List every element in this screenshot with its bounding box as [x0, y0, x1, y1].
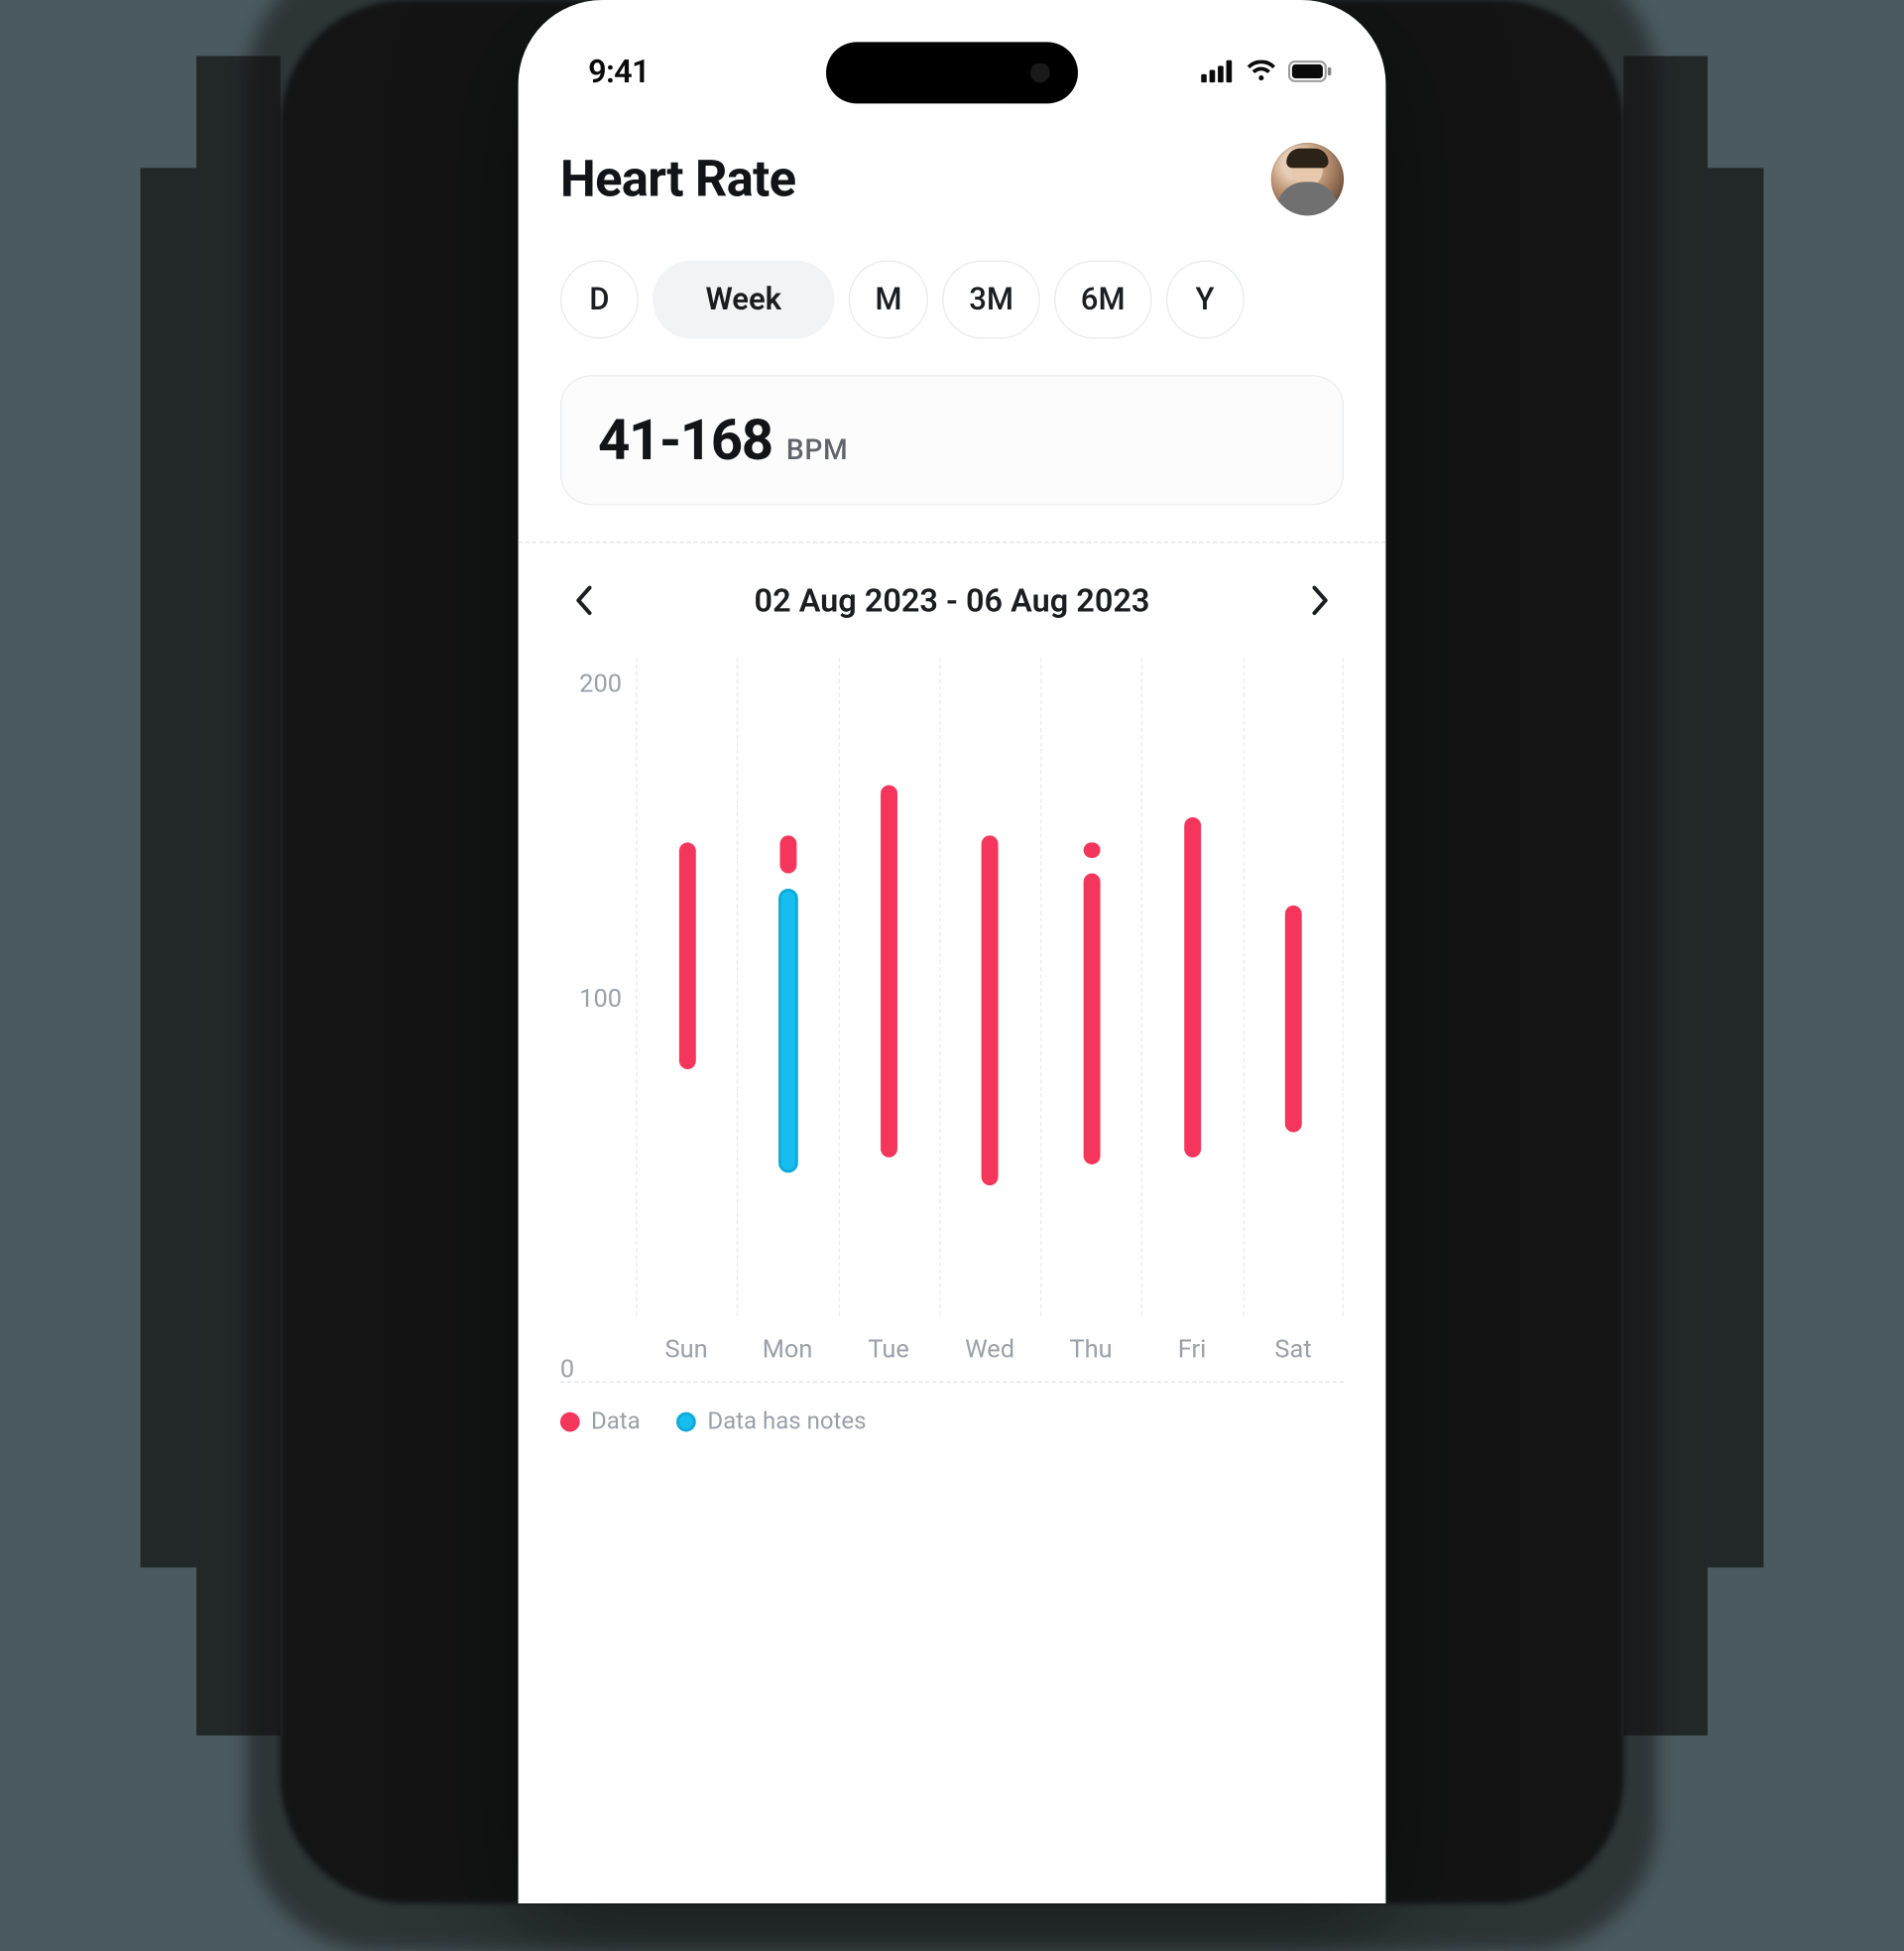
date-nav: 02 Aug 2023 - 06 Aug 2023: [519, 543, 1386, 638]
next-range-button[interactable]: [1296, 576, 1344, 624]
page-title: Heart Rate: [560, 150, 795, 208]
x-axis: SunMonTueWedThuFriSat: [636, 1324, 1344, 1382]
wifi-icon: [1246, 61, 1276, 83]
legend-label-notes: Data has notes: [707, 1407, 866, 1435]
date-range-label: 02 Aug 2023 - 06 Aug 2023: [755, 581, 1150, 619]
x-label: Fri: [1141, 1324, 1243, 1382]
chevron-left-icon: [574, 585, 594, 616]
chart-bar: [1083, 874, 1100, 1164]
chart: 200 100 0 SunMonTueWedThuFriSat: [519, 638, 1386, 1381]
x-label: Sun: [636, 1324, 737, 1382]
chart-plot: [636, 658, 1344, 1315]
legend: Data Data has notes: [519, 1383, 1386, 1436]
dynamic-island: [826, 42, 1078, 103]
chart-bar: [678, 842, 695, 1069]
status-bar: 9:41: [519, 34, 1386, 109]
summary-value: 41-168: [598, 408, 773, 473]
x-label: Thu: [1040, 1324, 1141, 1382]
legend-dot-notes-icon: [676, 1412, 696, 1432]
legend-label-data: Data: [591, 1407, 641, 1435]
range-tab-y[interactable]: Y: [1166, 260, 1245, 338]
x-label: Sat: [1243, 1324, 1344, 1382]
cellular-icon: [1201, 61, 1235, 83]
status-time: 9:41: [588, 53, 650, 90]
y-tick-200: 200: [579, 670, 622, 699]
chart-column: [636, 658, 737, 1315]
summary-card: 41-168 BPM: [560, 375, 1344, 505]
header: Heart Rate: [519, 109, 1386, 227]
chart-bar: [881, 786, 897, 1158]
range-tab-6m[interactable]: 6M: [1054, 260, 1151, 338]
y-tick-100: 100: [579, 985, 622, 1015]
range-tab-m[interactable]: M: [849, 260, 929, 338]
range-tab-week[interactable]: Week: [653, 260, 834, 338]
avatar[interactable]: [1271, 143, 1344, 215]
chart-column: [838, 658, 939, 1315]
range-tab-d[interactable]: D: [560, 260, 639, 338]
phone-frame: 9:41 Heart Rate: [519, 0, 1386, 1903]
x-label: Wed: [939, 1324, 1040, 1382]
chart-column: [1141, 658, 1243, 1315]
summary-unit: BPM: [786, 432, 849, 466]
range-tab-3m[interactable]: 3M: [942, 260, 1039, 338]
status-icons: [1201, 61, 1333, 83]
chart-column: [1040, 658, 1141, 1315]
legend-dot-data-icon: [560, 1412, 580, 1432]
battery-icon: [1288, 61, 1333, 83]
range-tabs: D Week M 3M 6M Y: [519, 227, 1386, 364]
y-axis: 200 100: [560, 658, 622, 1315]
x-label: Tue: [838, 1324, 939, 1382]
x-label: Mon: [737, 1324, 838, 1382]
y-tick-0: 0: [560, 1355, 574, 1385]
legend-item-notes: Data has notes: [676, 1407, 866, 1435]
chart-bar: [1285, 906, 1302, 1133]
chart-bar-notes: [778, 890, 798, 1173]
chart-column: [1243, 658, 1344, 1315]
chart-column: [737, 658, 838, 1315]
prev-range-button[interactable]: [560, 576, 608, 624]
chart-column: [939, 658, 1040, 1315]
chart-bar: [1184, 816, 1201, 1158]
chart-bar: [1083, 842, 1100, 858]
chart-bar: [779, 835, 796, 873]
chevron-right-icon: [1310, 585, 1330, 616]
legend-item-data: Data: [560, 1407, 641, 1435]
chart-bar: [982, 835, 999, 1185]
